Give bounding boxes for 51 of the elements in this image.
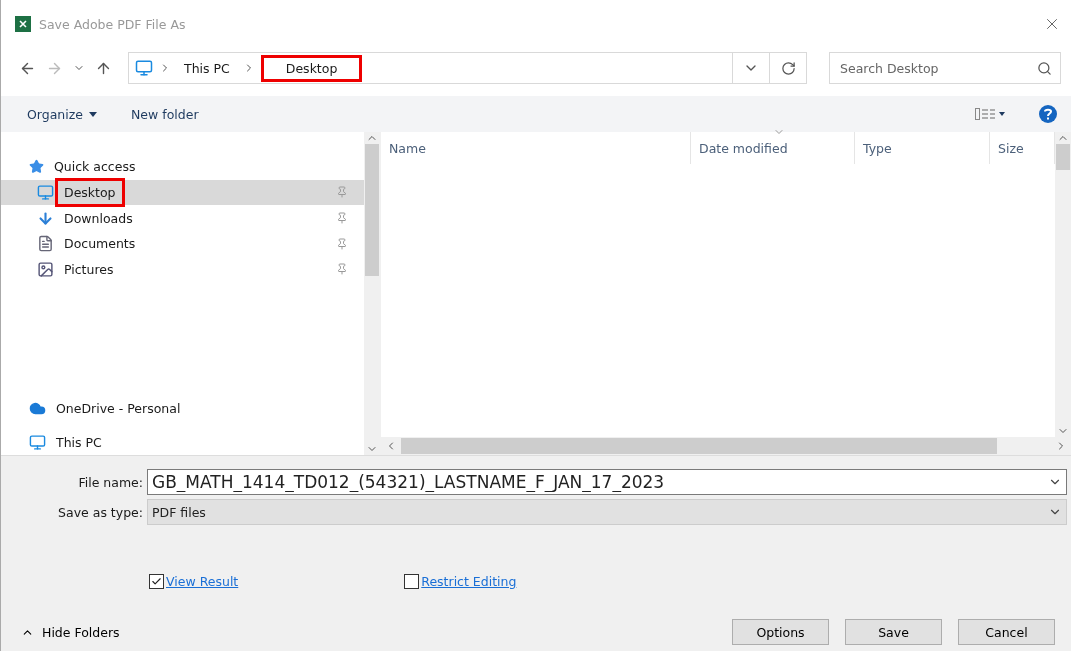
checkmark-icon <box>151 576 162 587</box>
file-name-input[interactable]: GB_MATH_1414_TD012_(54321)_LASTNAME_F_JAN_17_2023 <box>152 472 1048 492</box>
search-icon <box>1037 60 1052 76</box>
column-header[interactable]: Name <box>381 132 691 164</box>
sidebar-item[interactable]: Documents <box>1 230 365 257</box>
toolbar-button[interactable]: New folder <box>131 106 199 122</box>
sidebar-item[interactable]: Quick access <box>1 154 365 180</box>
breadcrumb[interactable]: Desktop <box>260 54 363 82</box>
dialog-button[interactable]: Options <box>732 619 829 645</box>
dialog-button[interactable]: Save <box>845 619 942 645</box>
monitor-icon <box>135 59 153 77</box>
field-label: Save as type: <box>57 504 144 520</box>
picture-icon <box>37 260 54 278</box>
window-title: Save Adobe PDF File As <box>39 16 187 32</box>
checkbox[interactable] <box>149 574 164 589</box>
toolbar-button[interactable]: Organize <box>27 106 97 122</box>
sidebar-item[interactable]: Desktop <box>1 179 365 206</box>
checkbox[interactable] <box>404 574 420 589</box>
sidebar-item[interactable]: Downloads <box>1 205 365 231</box>
caret-icon <box>89 111 97 117</box>
breadcrumb[interactable]: This PC <box>177 54 237 82</box>
file-type-dropdown[interactable]: PDF files <box>147 499 1067 525</box>
column-header[interactable]: Date modified <box>691 132 855 164</box>
scrollbar-thumb[interactable] <box>1056 144 1070 170</box>
star-icon <box>29 159 44 175</box>
sidebar-item[interactable]: OneDrive - Personal <box>1 396 365 422</box>
scrollbar-thumb[interactable] <box>401 438 997 454</box>
search-input[interactable]: Search Desktop <box>838 59 1037 77</box>
checkbox-option[interactable]: Restrict Editing <box>404 574 517 589</box>
checkbox-option[interactable]: View Result <box>149 574 239 589</box>
spreadsheet-app-icon <box>15 16 31 32</box>
document-icon <box>37 235 54 253</box>
dialog-button[interactable]: Cancel <box>958 619 1055 645</box>
pin-icon <box>336 212 349 225</box>
file-type-input[interactable]: PDF files <box>152 504 1048 520</box>
pin-icon <box>336 237 349 250</box>
sidebar-item[interactable]: Pictures <box>1 256 365 283</box>
pin-icon <box>336 263 349 276</box>
column-header[interactable]: Type <box>855 132 990 164</box>
scrollbar-thumb[interactable] <box>365 144 379 276</box>
help-icon[interactable] <box>1039 105 1057 123</box>
sidebar-item[interactable]: This PC <box>1 429 365 455</box>
file-name-field[interactable]: GB_MATH_1414_TD012_(54321)_LASTNAME_F_JAN_17_2023 <box>147 469 1067 495</box>
field-label: File name: <box>77 474 144 490</box>
monitor-icon <box>29 433 46 451</box>
view-options-icon[interactable] <box>975 108 1005 120</box>
pin-icon <box>336 186 349 199</box>
hide-folders-button[interactable]: Hide Folders <box>21 624 120 640</box>
search-field[interactable]: Search Desktop <box>829 52 1061 84</box>
address-bar[interactable]: This PC Desktop <box>128 52 807 84</box>
monitor-icon <box>37 183 54 201</box>
